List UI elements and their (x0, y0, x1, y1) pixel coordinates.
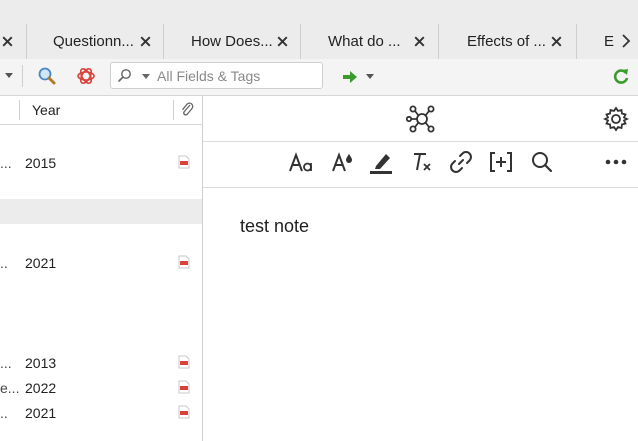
year-cell: 2013 (25, 355, 57, 371)
column-separator[interactable] (173, 100, 174, 120)
paperclip-icon[interactable] (180, 102, 194, 118)
insert-citation-icon[interactable] (488, 150, 514, 174)
close-icon[interactable] (138, 34, 153, 49)
table-row[interactable]: .. 2021 (0, 400, 202, 425)
format-toolbar (203, 142, 638, 188)
note-header (203, 96, 638, 142)
pdf-icon[interactable] (178, 380, 190, 394)
truncated-cell: e... (0, 380, 20, 396)
clear-formatting-icon[interactable] (410, 150, 434, 174)
arrow-right-icon[interactable] (342, 70, 358, 84)
close-icon[interactable] (412, 34, 427, 49)
tab-label: E (604, 33, 615, 50)
table-row[interactable]: ... 2015 (0, 150, 202, 175)
gear-icon[interactable] (603, 106, 629, 132)
highlighter-icon[interactable] (368, 150, 394, 176)
search-field[interactable]: All Fields & Tags (110, 62, 323, 89)
chevron-down-icon[interactable] (4, 72, 14, 80)
table-row[interactable]: e... 2022 (0, 375, 202, 400)
magnifier-icon[interactable] (37, 66, 57, 86)
truncated-cell: ... (0, 155, 12, 171)
truncated-cell: .. (0, 255, 8, 271)
close-icon[interactable] (0, 34, 15, 49)
tab-how-does[interactable]: How Does... (163, 24, 300, 59)
tab-label: What do ... (328, 33, 401, 50)
chevron-down-icon[interactable] (141, 73, 151, 80)
close-icon[interactable] (275, 34, 290, 49)
tab-what-do[interactable]: What do ... (300, 24, 438, 59)
text-color-icon[interactable] (330, 150, 354, 174)
pdf-icon[interactable] (178, 155, 190, 169)
separator (22, 65, 23, 87)
items-pane: Year ... 2015 .. 2021 ... 2013 e... 2022 (0, 96, 203, 441)
toolbar: All Fields & Tags (0, 59, 638, 96)
openai-icon[interactable] (75, 65, 97, 87)
column-header-row: Year (0, 96, 202, 125)
sync-icon[interactable] (612, 67, 630, 85)
pdf-icon[interactable] (178, 255, 190, 269)
year-cell: 2022 (25, 380, 57, 396)
tab-questionnaire[interactable]: Questionn... (26, 24, 163, 59)
note-editor-pane: test note (203, 96, 638, 441)
search-icon[interactable] (530, 150, 554, 174)
pdf-icon[interactable] (178, 355, 190, 369)
table-row[interactable]: ... 2013 (0, 350, 202, 375)
tab-partial-left[interactable] (0, 24, 26, 59)
link-icon[interactable] (449, 150, 473, 174)
year-cell: 2021 (25, 255, 57, 271)
truncated-cell: .. (0, 405, 8, 421)
tab-partial-right[interactable]: E (576, 24, 616, 59)
truncated-cell: ... (0, 355, 12, 371)
year-cell: 2015 (25, 155, 57, 171)
tab-label: Effects of ... (467, 33, 546, 50)
column-header-year[interactable]: Year (32, 102, 60, 118)
year-cell: 2021 (25, 405, 57, 421)
tab-effects-of[interactable]: Effects of ... (438, 24, 576, 59)
close-icon[interactable] (549, 34, 564, 49)
search-icon (118, 69, 131, 82)
search-placeholder: All Fields & Tags (157, 68, 261, 84)
column-separator[interactable] (19, 100, 20, 120)
tab-label: Questionn... (53, 33, 134, 50)
note-content[interactable]: test note (240, 216, 309, 237)
table-row[interactable]: .. 2021 (0, 250, 202, 275)
chevron-right-icon[interactable] (618, 32, 634, 50)
tab-label: How Does... (191, 33, 273, 50)
chevron-down-icon[interactable] (365, 73, 375, 80)
pdf-icon[interactable] (178, 405, 190, 419)
font-size-icon[interactable] (288, 152, 314, 174)
more-icon[interactable] (605, 158, 627, 166)
graph-icon[interactable] (406, 104, 438, 134)
tab-bar: Questionn... How Does... What do ... Eff… (0, 0, 638, 60)
selected-row[interactable] (0, 199, 202, 224)
